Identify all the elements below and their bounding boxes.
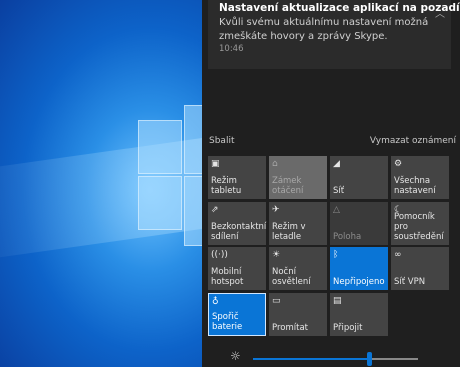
quick-action-label: Síť VPN <box>394 277 426 287</box>
quick-action-tile[interactable]: ⌂ Zámek otáčení <box>269 156 327 199</box>
project-icon: ▭ <box>272 295 281 306</box>
notification-title: Nastavení aktualizace aplikací na pozadí <box>219 2 460 14</box>
quick-action-label: Pomocník pro soustředění <box>394 211 444 242</box>
notification-time: 10:46 <box>219 44 244 54</box>
bluetooth-icon: ᛒ <box>333 250 339 260</box>
rotation-lock-icon: ⌂ <box>272 159 278 169</box>
quick-action-tile[interactable]: ▤ Připojit <box>330 292 388 336</box>
brightness-thumb[interactable] <box>366 352 372 366</box>
quick-action-label: Promítat <box>272 322 309 333</box>
quick-action-tile[interactable]: ◢ Síť <box>330 156 388 199</box>
quick-action-label: Noční osvětlení <box>272 267 311 287</box>
windows-logo-pane <box>184 176 202 246</box>
settings-icon: ⚙ <box>394 159 403 169</box>
quick-action-tile[interactable]: ⇗ Bezkontaktní sdílení <box>208 201 267 245</box>
chevron-up-icon[interactable]: ︿ <box>435 5 445 20</box>
quick-action-label: Bezkontaktní sdílení <box>211 221 267 242</box>
nearby-share-icon: ⇗ <box>211 204 219 215</box>
tablet-icon: ▣ <box>211 159 220 169</box>
quick-action-label: Všechna nastavení <box>394 176 436 196</box>
quick-action-label: Síť <box>333 186 345 196</box>
brightness-track[interactable] <box>253 352 418 366</box>
quick-action-tile[interactable]: ((·)) Mobilní hotspot <box>208 247 266 290</box>
action-center-panel: Nastavení aktualizace aplikací na pozadí… <box>202 0 460 367</box>
collapse-link[interactable]: Sbalit <box>209 136 234 146</box>
airplane-icon: ✈ <box>272 204 280 215</box>
quick-action-label: Poloha <box>333 231 362 242</box>
clear-notifications-link[interactable]: Vymazat oznámení <box>370 136 456 146</box>
quick-action-tile[interactable]: ᛒ Nepřipojeno <box>330 247 388 290</box>
brightness-fill <box>253 358 369 360</box>
network-icon: ◢ <box>333 159 340 169</box>
quick-action-tile[interactable]: ∞ Síť VPN <box>391 247 449 290</box>
quick-action-label: Spořič baterie <box>212 311 243 332</box>
hotspot-icon: ((·)) <box>211 250 228 260</box>
quick-action-tile[interactable]: ☾ Pomocník pro soustředění <box>391 201 449 245</box>
notification-card[interactable]: Nastavení aktualizace aplikací na pozadí… <box>208 0 460 69</box>
quick-action-label: Režim v letadle <box>272 221 306 242</box>
desktop-wallpaper <box>0 0 202 367</box>
quick-action-tile[interactable]: ✈ Režim v letadle <box>269 201 327 245</box>
connect-icon: ▤ <box>333 295 342 306</box>
quick-action-label: Připojit <box>333 322 363 333</box>
quick-action-tile[interactable]: ☀ Noční osvětlení <box>269 247 327 290</box>
quick-action-label: Režim tabletu <box>211 176 242 196</box>
sun-icon: ☼ <box>230 349 241 363</box>
brightness-slider[interactable]: ☼ <box>230 349 454 366</box>
windows-logo-pane <box>138 120 182 174</box>
quick-action-label: Zámek otáčení <box>272 176 304 196</box>
quick-action-tile[interactable]: ♁ Spořič baterie <box>208 292 266 336</box>
brightness-icon: ☀ <box>272 250 281 260</box>
vpn-icon: ∞ <box>394 250 402 260</box>
windows-logo-pane <box>184 105 202 174</box>
battery-saver-icon: ♁ <box>212 296 219 307</box>
quick-action-tile[interactable]: ▣ Režim tabletu <box>208 156 266 199</box>
quick-action-label: Nepřipojeno <box>333 277 385 287</box>
quick-action-tile[interactable]: ▭ Promítat <box>269 292 327 336</box>
location-icon: △ <box>333 204 340 215</box>
quick-action-label: Mobilní hotspot <box>211 267 244 287</box>
windows-logo-pane <box>138 176 182 230</box>
notification-body: Kvůli svému aktuálnímu nastavení možná z… <box>219 17 429 42</box>
quick-action-tile[interactable]: △ Poloha <box>330 201 388 245</box>
quick-action-tile[interactable]: ⚙ Všechna nastavení <box>391 156 449 199</box>
